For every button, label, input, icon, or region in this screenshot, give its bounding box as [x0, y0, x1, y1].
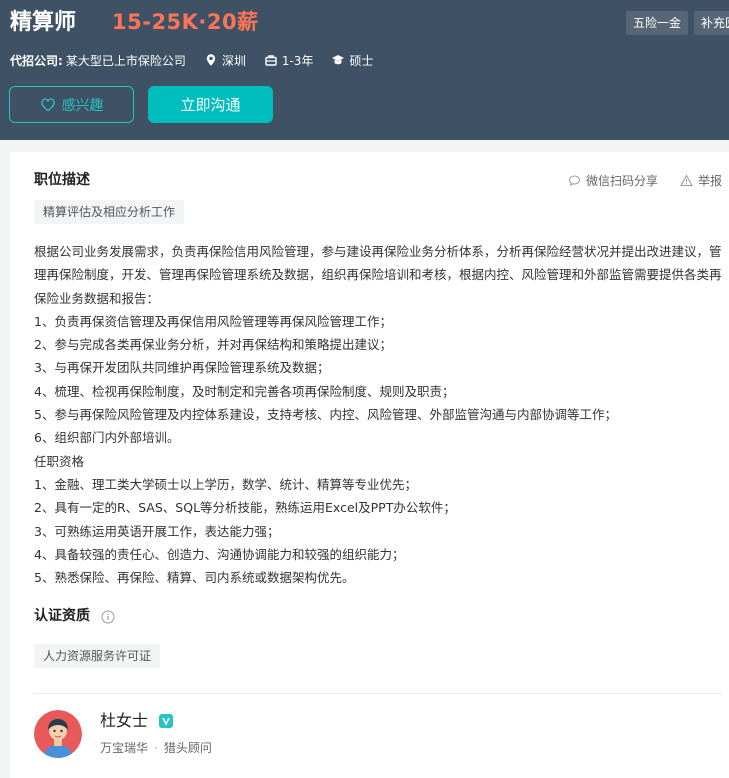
job-detail-card: 职位描述 微信扫码分享 举报 精算评估及相应分析工作 根据公司业务发展需求，负责…	[10, 152, 729, 778]
company-name: 某大型已上市保险公司	[65, 53, 186, 68]
description-line: 3、与再保开发团队共同维护再保险管理系统及数据；	[34, 360, 330, 376]
graduation-cap-icon	[331, 53, 345, 67]
info-icon[interactable]	[101, 610, 115, 624]
salary: 15-25K·20薪	[112, 10, 259, 34]
interest-label: 感兴趣	[61, 97, 104, 114]
divider	[34, 693, 722, 694]
heart-icon	[40, 97, 55, 111]
description-line: 3、可熟练运用英语开展工作，表达能力强；	[34, 523, 280, 539]
job-title: 精算师	[10, 10, 77, 35]
certification-tag: 人力资源服务许可证	[34, 644, 161, 668]
description-line: 根据公司业务发展需求，负责再保险信用风险管理，参与建设再保险业务分析体系，分析再…	[34, 244, 722, 306]
briefcase-icon	[264, 53, 278, 67]
description-line: 6、组织部门内外部培训。	[34, 430, 180, 446]
job-header: 精算师 15-25K·20薪 五险一金 补充医 代招公司: 某大型已上市保险公司…	[0, 0, 729, 140]
benefit-tag: 补充医	[694, 11, 729, 35]
city: 深圳	[221, 53, 246, 68]
company-label: 代招公司:	[10, 53, 63, 68]
chat-bubble-icon	[568, 175, 581, 186]
description-line: 1、负责再保资信管理及再保信用风险管理等再保风险管理工作；	[34, 313, 392, 329]
recruiter-avatar-icon	[34, 710, 82, 758]
description-line: 2、具有一定的R、SAS、SQL等分析技能，熟练运用Excel及PPT办公软件；	[34, 500, 456, 516]
education: 硕士	[349, 53, 374, 68]
recruiter-company: 万宝瑞华	[100, 741, 149, 755]
verified-badge-icon	[159, 714, 173, 728]
recruiter-info: 万宝瑞华 · 猎头顾问	[100, 741, 212, 755]
job-description: 根据公司业务发展需求，负责再保险信用风险管理，参与建设再保险业务分析体系，分析再…	[34, 240, 726, 589]
benefit-tag: 五险一金	[626, 11, 689, 35]
chat-now-button[interactable]: 立即沟通	[148, 86, 273, 123]
recruiter-name: 杜女士	[100, 711, 149, 730]
location-icon	[204, 53, 218, 67]
description-line: 5、熟悉保险、再保险、精算、司内系统或数据架构优先。	[34, 570, 355, 586]
benefit-tags: 五险一金 补充医	[626, 11, 729, 35]
report-button[interactable]: 举报	[680, 172, 722, 189]
description-line: 4、具备较强的责任心、创造力、沟通协调能力和较强的组织能力；	[34, 546, 405, 562]
experience: 1-3年	[281, 53, 314, 68]
description-line: 2、参与完成各类再保业务分析，并对再保结构和策略提出建议；	[34, 337, 392, 353]
description-line: 1、金融、理工类大学硕士以上学历，数学、统计、精算等专业优先；	[34, 476, 417, 492]
warning-icon	[680, 174, 693, 186]
description-line: 4、梳理、检视再保险制度，及时制定和完善各项再保险制度、规则及职责；	[34, 383, 455, 399]
share-button[interactable]: 微信扫码分享	[568, 172, 658, 189]
report-label: 举报	[698, 174, 723, 188]
job-meta: 代招公司: 某大型已上市保险公司 深圳 1-3年 硕士	[10, 50, 373, 70]
interest-button[interactable]: 感兴趣	[9, 86, 134, 123]
recruiter-role: 猎头顾问	[163, 741, 212, 755]
description-line: 任职资格	[34, 453, 85, 469]
description-line: 5、参与再保险风险管理及内控体系建设，支持考核、内控、风险管理、外部监管沟通与内…	[34, 407, 617, 423]
share-label: 微信扫码分享	[586, 174, 659, 188]
certification-title: 认证资质	[34, 608, 90, 624]
avatar[interactable]	[34, 710, 82, 758]
keyword-tag: 精算评估及相应分析工作	[34, 200, 185, 224]
description-title: 职位描述	[34, 172, 90, 188]
